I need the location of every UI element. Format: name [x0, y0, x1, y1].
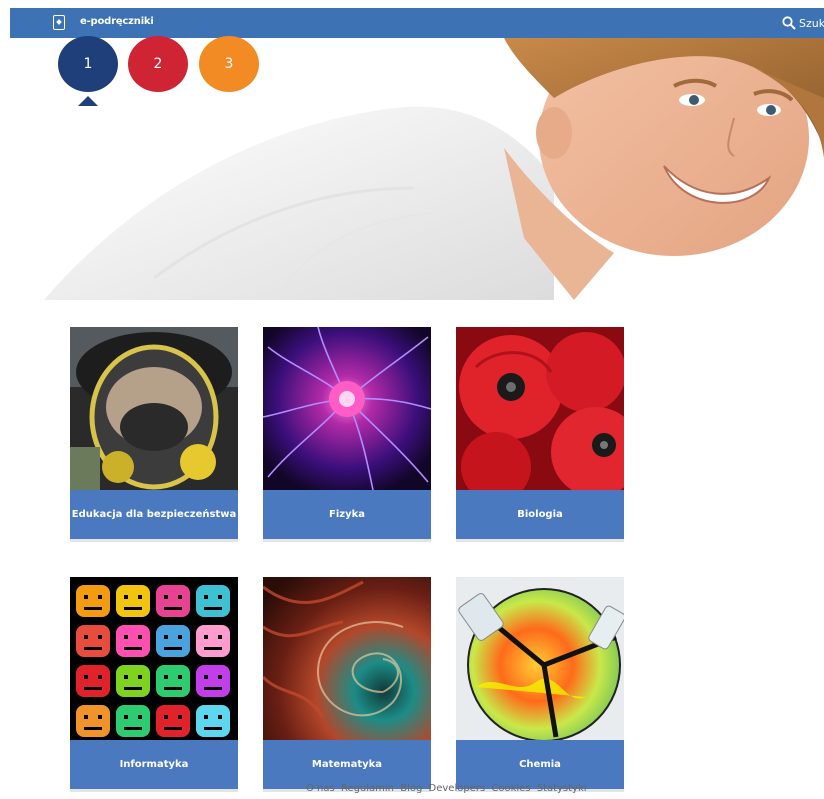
subject-tile-biologia[interactable]: Biologia — [456, 327, 624, 542]
subject-image-fizyka — [263, 327, 431, 490]
subject-tile-edb[interactable]: Edukacja dla bezpieczeństwa — [70, 327, 238, 542]
subject-image-chemia — [456, 577, 624, 740]
search-button[interactable]: Szuka — [782, 13, 824, 33]
footer-link-cookies[interactable]: Cookies — [491, 783, 530, 794]
subject-image-matematyka — [263, 577, 431, 740]
subject-image-edb — [70, 327, 238, 490]
top-bar: e-podręczniki Szuka — [10, 8, 824, 38]
footer-link-blog[interactable]: Blog — [400, 783, 422, 794]
subject-image-informatyka — [70, 577, 238, 740]
search-icon — [782, 16, 796, 30]
subject-label: Informatyka — [70, 740, 238, 789]
brand-link[interactable]: e-podręczniki — [80, 16, 154, 27]
footer-links: O nas Regulamin Blog Developers Cookies … — [306, 783, 590, 794]
subject-tile-chemia[interactable]: Chemia — [456, 577, 624, 792]
subject-image-biologia — [456, 327, 624, 490]
subject-tile-matematyka[interactable]: Matematyka — [263, 577, 431, 792]
tile-shadow — [456, 539, 624, 542]
footer-link-terms[interactable]: Regulamin — [341, 783, 394, 794]
subject-label: Fizyka — [263, 490, 431, 539]
tile-shadow — [263, 539, 431, 542]
footer-link-developers[interactable]: Developers — [429, 783, 486, 794]
logo-icon[interactable] — [53, 15, 65, 30]
subject-tile-fizyka[interactable]: Fizyka — [263, 327, 431, 542]
subject-label: Biologia — [456, 490, 624, 539]
footer-link-stats[interactable]: Statystyki — [537, 783, 587, 794]
subject-label: Matematyka — [263, 740, 431, 789]
active-step-pointer — [78, 96, 98, 106]
subject-label: Chemia — [456, 740, 624, 789]
subject-tile-informatyka[interactable]: Informatyka — [70, 577, 238, 792]
step-2-button[interactable]: 2 — [128, 36, 188, 92]
subject-label: Edukacja dla bezpieczeństwa — [70, 490, 238, 539]
step-1-button[interactable]: 1 — [58, 36, 118, 92]
tile-shadow — [70, 789, 238, 792]
search-label: Szuka — [799, 16, 824, 30]
footer-link-about[interactable]: O nas — [306, 783, 335, 794]
step-3-button[interactable]: 3 — [199, 36, 259, 92]
tile-shadow — [70, 539, 238, 542]
